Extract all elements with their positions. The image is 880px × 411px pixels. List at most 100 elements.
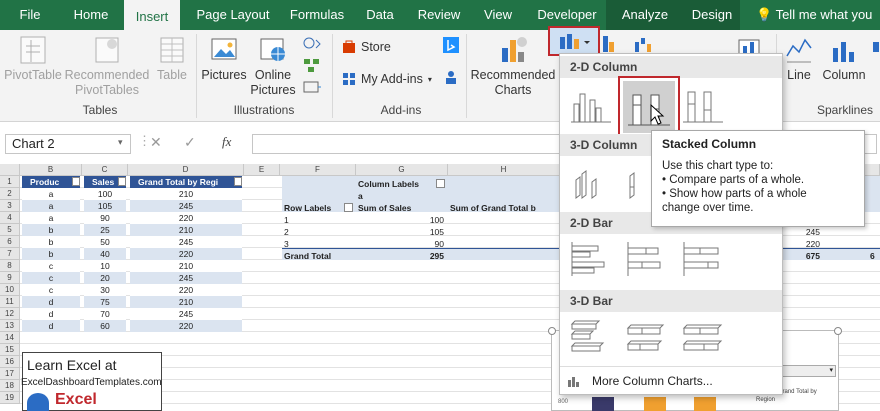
column-header[interactable]: B (20, 164, 82, 176)
column-header[interactable]: E (244, 164, 280, 176)
table-cell[interactable]: 210 (130, 260, 242, 272)
table-cell[interactable]: 245 (130, 272, 242, 284)
table-cell[interactable]: d (22, 308, 80, 320)
insert-function-icon[interactable]: fx (222, 134, 231, 150)
tab-home[interactable]: Home (62, 0, 120, 30)
recommended-pivottables-button[interactable]: Recommended PivotTables (64, 34, 150, 98)
row-header[interactable]: 16 (0, 356, 20, 368)
row-header[interactable]: 9 (0, 272, 20, 284)
table-cell[interactable]: 210 (130, 296, 242, 308)
pivot-cell[interactable]: 675 (796, 250, 820, 262)
table-cell[interactable]: 245 (130, 200, 242, 212)
row-header[interactable]: 14 (0, 332, 20, 344)
row-header[interactable]: 11 (0, 296, 20, 308)
3d-stacked-column-option[interactable] (624, 160, 654, 204)
pivot-cell[interactable]: 245 (796, 226, 820, 238)
filter-dropdown-icon[interactable] (234, 177, 242, 186)
pivot-col-a[interactable]: a (358, 190, 363, 202)
sparkline-winloss-button[interactable] (872, 34, 880, 68)
recommended-charts-button[interactable]: Recommended Charts (470, 34, 556, 98)
people-graph-button[interactable] (441, 68, 461, 90)
pivot-grand-total-value[interactable]: 295 (400, 250, 444, 262)
row-header[interactable]: 19 (0, 392, 20, 404)
pivot-row-label[interactable]: 3 (284, 238, 289, 250)
table-cell[interactable]: 245 (130, 308, 242, 320)
pivot-filter-dropdown-icon[interactable] (436, 179, 445, 188)
table-cell[interactable]: b (22, 236, 80, 248)
stacked-column-option[interactable] (618, 76, 680, 138)
name-box-dropdown-icon[interactable]: ▾ (118, 137, 123, 148)
table-cell[interactable]: 10 (84, 260, 126, 272)
table-button[interactable]: Table (152, 34, 192, 83)
table-cell[interactable]: a (22, 200, 80, 212)
table-cell[interactable]: 70 (84, 308, 126, 320)
table-cell[interactable]: a (22, 188, 80, 200)
table-cell[interactable]: 25 (84, 224, 126, 236)
pivot-sum-grand-header[interactable]: Sum of Grand Total b (450, 202, 536, 214)
row-header[interactable]: 8 (0, 260, 20, 272)
store-button[interactable]: Store (342, 40, 391, 54)
table-cell[interactable]: c (22, 260, 80, 272)
tab-analyze[interactable]: Analyze (606, 0, 684, 30)
table-cell[interactable]: c (22, 284, 80, 296)
pivot-cell[interactable]: 220 (796, 238, 820, 250)
3d-100-stacked-bar-option[interactable] (680, 318, 726, 358)
pivot-sum-sales-header[interactable]: Sum of Sales (358, 202, 411, 214)
3d-stacked-bar-option[interactable] (624, 318, 670, 358)
row-header[interactable]: 4 (0, 212, 20, 224)
resize-handle[interactable] (548, 327, 556, 335)
shapes-button[interactable] (300, 34, 324, 100)
row-header[interactable]: 12 (0, 308, 20, 320)
table-cell[interactable]: 50 (84, 236, 126, 248)
table-cell[interactable]: a (22, 212, 80, 224)
sparkline-column-button[interactable]: Column (818, 34, 870, 83)
more-column-charts-link[interactable]: More Column Charts... (560, 366, 782, 394)
table-cell[interactable]: 210 (130, 188, 242, 200)
row-header[interactable]: 3 (0, 200, 20, 212)
pivot-cell[interactable]: 6 (870, 250, 880, 262)
clustered-column-option[interactable] (568, 84, 614, 128)
tell-me-box[interactable]: 💡 Tell me what you w (756, 0, 880, 52)
table-cell[interactable]: 220 (130, 284, 242, 296)
table-cell[interactable]: 90 (84, 212, 126, 224)
row-header[interactable]: 15 (0, 344, 20, 356)
table-cell[interactable]: 105 (84, 200, 126, 212)
row-header[interactable]: 17 (0, 368, 20, 380)
table-cell[interactable]: 30 (84, 284, 126, 296)
row-header[interactable]: 7 (0, 248, 20, 260)
row-header[interactable]: 5 (0, 224, 20, 236)
table-header-cell[interactable]: Grand Total by Regi (130, 176, 242, 188)
pivot-cell[interactable]: 105 (400, 226, 444, 238)
pivot-cell[interactable]: 100 (400, 214, 444, 226)
column-header[interactable]: D (128, 164, 244, 176)
table-cell[interactable]: b (22, 224, 80, 236)
table-cell[interactable]: d (22, 296, 80, 308)
stacked-bar-option[interactable] (624, 240, 670, 278)
tab-design[interactable]: Design (684, 0, 740, 30)
table-cell[interactable]: 220 (130, 212, 242, 224)
table-cell[interactable]: 20 (84, 272, 126, 284)
table-cell[interactable]: 75 (84, 296, 126, 308)
bing-maps-button[interactable] (441, 36, 461, 58)
pivot-column-labels[interactable]: Column Labels (358, 178, 419, 190)
table-cell[interactable]: c (22, 272, 80, 284)
pivot-row-labels[interactable]: Row Labels (284, 202, 331, 214)
clustered-bar-option[interactable] (568, 240, 614, 278)
tab-data[interactable]: Data (360, 0, 400, 30)
100-stacked-bar-option[interactable] (680, 240, 726, 278)
table-cell[interactable]: 40 (84, 248, 126, 260)
pivot-grand-total-label[interactable]: Grand Total (284, 250, 331, 262)
pivot-cell[interactable]: 90 (400, 238, 444, 250)
sparkline-line-button[interactable]: Line (782, 34, 816, 83)
pictures-button[interactable]: Pictures (200, 34, 248, 83)
row-header[interactable]: 6 (0, 236, 20, 248)
table-cell[interactable]: 210 (130, 224, 242, 236)
filter-dropdown-icon[interactable] (118, 177, 126, 186)
row-header[interactable]: 13 (0, 320, 20, 332)
table-cell[interactable]: 60 (84, 320, 126, 332)
name-box[interactable]: Chart 2 (5, 134, 131, 154)
table-cell[interactable]: 220 (130, 320, 242, 332)
column-header[interactable]: F (280, 164, 356, 176)
tab-view[interactable]: View (478, 0, 518, 30)
3d-clustered-bar-option[interactable] (568, 318, 614, 358)
